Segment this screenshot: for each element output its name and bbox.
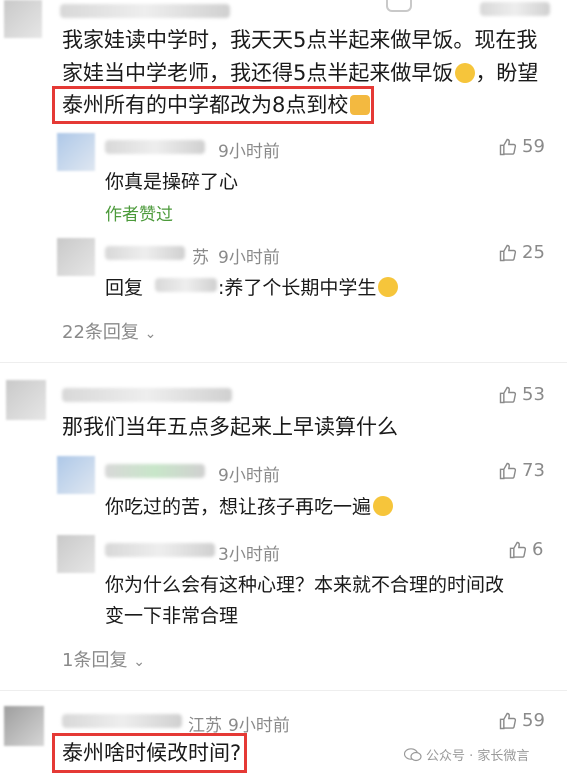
username[interactable]	[105, 543, 215, 557]
comment-text-line: 家娃当中学老师，我还得5点半起来做早饭 ，盼望	[62, 61, 539, 85]
reply-text-line: 变一下非常合理	[105, 605, 239, 627]
reply-time: 9小时前	[218, 248, 280, 268]
like-button[interactable]: 6	[508, 539, 543, 560]
mentioned-username[interactable]	[155, 278, 217, 292]
thumbs-up-icon	[499, 462, 517, 479]
avatar[interactable]	[57, 133, 95, 171]
like-button[interactable]: 59	[498, 710, 545, 731]
avatar[interactable]	[4, 706, 44, 746]
avatar[interactable]	[57, 456, 95, 494]
username[interactable]	[62, 388, 232, 402]
thumbs-up-icon	[499, 386, 517, 403]
comment-text: 那我们当年五点多起来上早读算什么	[62, 415, 398, 439]
like-count: 59	[522, 710, 545, 731]
like-button[interactable]: 73	[498, 460, 545, 481]
username[interactable]	[60, 4, 230, 18]
like-button[interactable]: 25	[498, 242, 545, 263]
username[interactable]	[105, 246, 185, 260]
reply-text-line: 你为什么会有这种心理？本来就不合理的时间改	[105, 574, 505, 596]
reply-text: 你真是操碎了心	[105, 171, 239, 193]
like-count: 53	[522, 384, 545, 405]
author-liked-badge: 作者赞过	[105, 205, 173, 225]
reply-time: 9小时前	[218, 466, 280, 486]
like-button[interactable]: 59	[498, 136, 545, 157]
like-button[interactable]: 53	[498, 384, 545, 405]
username[interactable]	[105, 464, 205, 478]
top-right-blur	[480, 2, 550, 16]
username[interactable]	[105, 140, 205, 154]
avatar[interactable]	[4, 0, 42, 38]
avatar[interactable]	[57, 535, 95, 573]
like-count: 6	[532, 539, 544, 560]
reply-prefix: 回复	[105, 277, 144, 299]
comment-text-highlighted: 泰州啥时候改时间?	[62, 741, 242, 765]
like-count: 25	[522, 242, 545, 263]
laughing-emoji-icon	[378, 277, 399, 297]
top-icon	[386, 0, 412, 12]
reply-text: 你吃过的苦，想让孩子再吃一遍	[105, 492, 394, 519]
more-replies-button[interactable]: 22条回复 ⌄	[62, 318, 156, 344]
thumbs-up-icon	[499, 138, 517, 155]
comment-text-line: 我家娃读中学时，我天天5点半起来做早饭。现在我	[62, 28, 538, 52]
wechat-icon	[404, 747, 422, 761]
reply-time: 9小时前	[218, 142, 280, 162]
reply-location: 苏	[192, 248, 209, 268]
more-replies-button[interactable]: 1条回复 ⌄	[62, 646, 145, 672]
chevron-down-icon: ⌄	[144, 326, 157, 342]
username[interactable]	[62, 714, 182, 728]
like-count: 73	[522, 460, 545, 481]
comment-text-line-highlighted: 泰州所有的中学都改为8点到校	[62, 88, 371, 122]
chevron-down-icon: ⌄	[133, 654, 145, 670]
thinking-emoji-icon	[373, 496, 394, 516]
watermark: 公众号 · 家长微言	[404, 745, 529, 764]
thumbs-up-icon	[499, 712, 517, 729]
like-count: 59	[522, 136, 545, 157]
sleepy-emoji-icon	[455, 63, 476, 83]
thumbs-up-icon	[499, 244, 517, 261]
avatar[interactable]	[57, 238, 95, 276]
reply-time: 3小时前	[218, 545, 280, 565]
thumbs-up-icon	[509, 541, 527, 558]
pray-emoji-icon	[350, 95, 371, 115]
divider	[0, 362, 567, 363]
reply-text: :养了个长期中学生	[218, 273, 399, 300]
divider	[0, 690, 567, 691]
avatar[interactable]	[6, 380, 46, 420]
